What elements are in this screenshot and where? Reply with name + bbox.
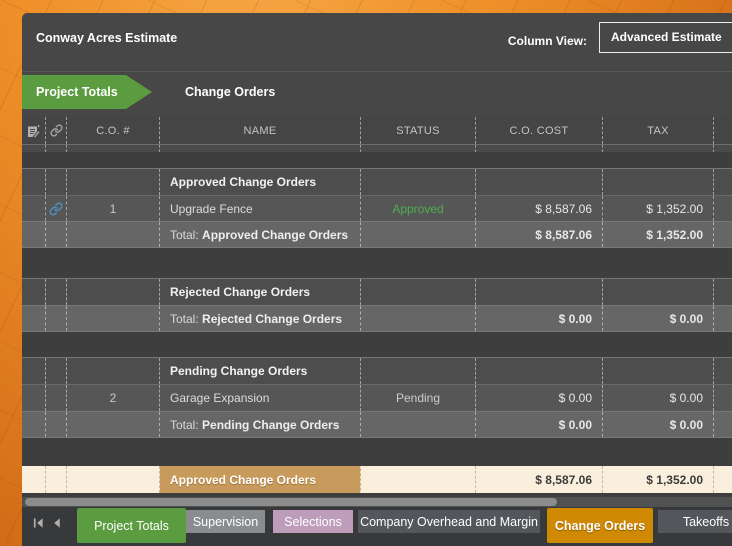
edit-form-icon xyxy=(27,124,41,138)
co-number-cell[interactable]: 1 xyxy=(67,196,160,221)
group-title: Pending Change Orders xyxy=(160,358,361,384)
summary-row-approved: Approved Change Orders $ 8,587.06 $ 1,35… xyxy=(22,466,732,493)
group-header-pending: Pending Change Orders xyxy=(22,357,732,384)
edit-cell[interactable] xyxy=(22,196,46,221)
change-orders-grid: C.O. # NAME STATUS C.O. COST TAX Approve… xyxy=(22,117,732,507)
total-row-rejected: Total: Rejected Change Orders $ 0.00 $ 0… xyxy=(22,305,732,332)
breadcrumb-project-totals[interactable]: Project Totals xyxy=(22,75,152,109)
blank-entry-row[interactable] xyxy=(22,145,732,152)
column-view-label: Column View: xyxy=(507,34,587,48)
previous-icon[interactable] xyxy=(51,517,62,529)
co-number-cell[interactable]: 2 xyxy=(67,385,160,411)
tab-project-totals[interactable]: Project Totals xyxy=(77,508,186,543)
header-extra xyxy=(714,117,732,144)
summary-label: Approved Change Orders xyxy=(160,466,361,493)
cost-cell[interactable]: $ 0.00 xyxy=(476,385,603,411)
title-bar: Conway Acres Estimate Column View: Advan… xyxy=(22,13,732,71)
breadcrumb: Project Totals Change Orders xyxy=(22,72,732,117)
tab-company-overhead-and-margin[interactable]: Company Overhead and Margin xyxy=(358,510,540,533)
total-tax: $ 0.00 xyxy=(603,306,714,331)
tax-cell[interactable]: $ 0.00 xyxy=(603,385,714,411)
tab-change-orders[interactable]: Change Orders xyxy=(547,508,653,543)
table-row-upgrade-fence[interactable]: 1 Upgrade Fence Approved $ 8,587.06 $ 1,… xyxy=(22,195,732,221)
header-name[interactable]: NAME xyxy=(160,117,361,144)
grid-header-row: C.O. # NAME STATUS C.O. COST TAX xyxy=(22,117,732,145)
group-title: Rejected Change Orders xyxy=(160,279,361,305)
group-title: Approved Change Orders xyxy=(160,169,361,195)
total-row-pending: Total: Pending Change Orders $ 0.00 $ 0.… xyxy=(22,411,732,438)
header-co-num[interactable]: C.O. # xyxy=(67,117,160,144)
total-label: Total: Pending Change Orders xyxy=(160,412,361,437)
summary-tax: $ 1,352.00 xyxy=(603,466,714,493)
link-cell[interactable] xyxy=(46,385,67,411)
tab-selections[interactable]: Selections xyxy=(273,510,353,533)
total-cost: $ 8,587.06 xyxy=(476,222,603,247)
link-column-header[interactable] xyxy=(46,117,67,144)
estimate-panel: Conway Acres Estimate Column View: Advan… xyxy=(22,13,732,546)
link-cell[interactable] xyxy=(46,196,67,221)
tab-supervision[interactable]: Supervision xyxy=(186,510,265,533)
total-tax: $ 0.00 xyxy=(603,412,714,437)
edit-column-header[interactable] xyxy=(22,117,46,144)
total-label: Total: Approved Change Orders xyxy=(160,222,361,247)
total-tax: $ 1,352.00 xyxy=(603,222,714,247)
column-view-select[interactable]: Advanced Estimate xyxy=(599,22,732,53)
status-cell[interactable]: Approved xyxy=(361,196,476,221)
tab-takeoffs[interactable]: Takeoffs xyxy=(658,510,732,533)
header-status[interactable]: STATUS xyxy=(361,117,476,144)
link-icon xyxy=(49,201,63,216)
name-cell[interactable]: Upgrade Fence xyxy=(160,196,361,221)
edit-cell[interactable] xyxy=(22,385,46,411)
summary-cost: $ 8,587.06 xyxy=(476,466,603,493)
cost-cell[interactable]: $ 8,587.06 xyxy=(476,196,603,221)
scrollbar-thumb[interactable] xyxy=(25,498,557,506)
header-tax[interactable]: TAX xyxy=(603,117,714,144)
horizontal-scrollbar[interactable] xyxy=(22,497,732,507)
table-row-garage-expansion[interactable]: 2 Garage Expansion Pending $ 0.00 $ 0.00 xyxy=(22,384,732,411)
tax-cell[interactable]: $ 1,352.00 xyxy=(603,196,714,221)
breadcrumb-current: Change Orders xyxy=(185,85,276,99)
page-title: Conway Acres Estimate xyxy=(36,31,178,45)
link-icon xyxy=(49,124,63,137)
group-header-rejected: Rejected Change Orders xyxy=(22,278,732,305)
total-cost: $ 0.00 xyxy=(476,306,603,331)
app-window: Conway Acres Estimate Column View: Advan… xyxy=(0,0,732,546)
header-cost[interactable]: C.O. COST xyxy=(476,117,603,144)
status-cell[interactable]: Pending xyxy=(361,385,476,411)
total-label: Total: Rejected Change Orders xyxy=(160,306,361,331)
sheet-tab-bar: Project Totals Supervision Selections Co… xyxy=(22,507,732,546)
total-row-approved: Total: Approved Change Orders $ 8,587.06… xyxy=(22,221,732,248)
group-header-approved: Approved Change Orders xyxy=(22,168,732,195)
total-cost: $ 0.00 xyxy=(476,412,603,437)
first-page-icon[interactable] xyxy=(33,517,44,529)
name-cell[interactable]: Garage Expansion xyxy=(160,385,361,411)
